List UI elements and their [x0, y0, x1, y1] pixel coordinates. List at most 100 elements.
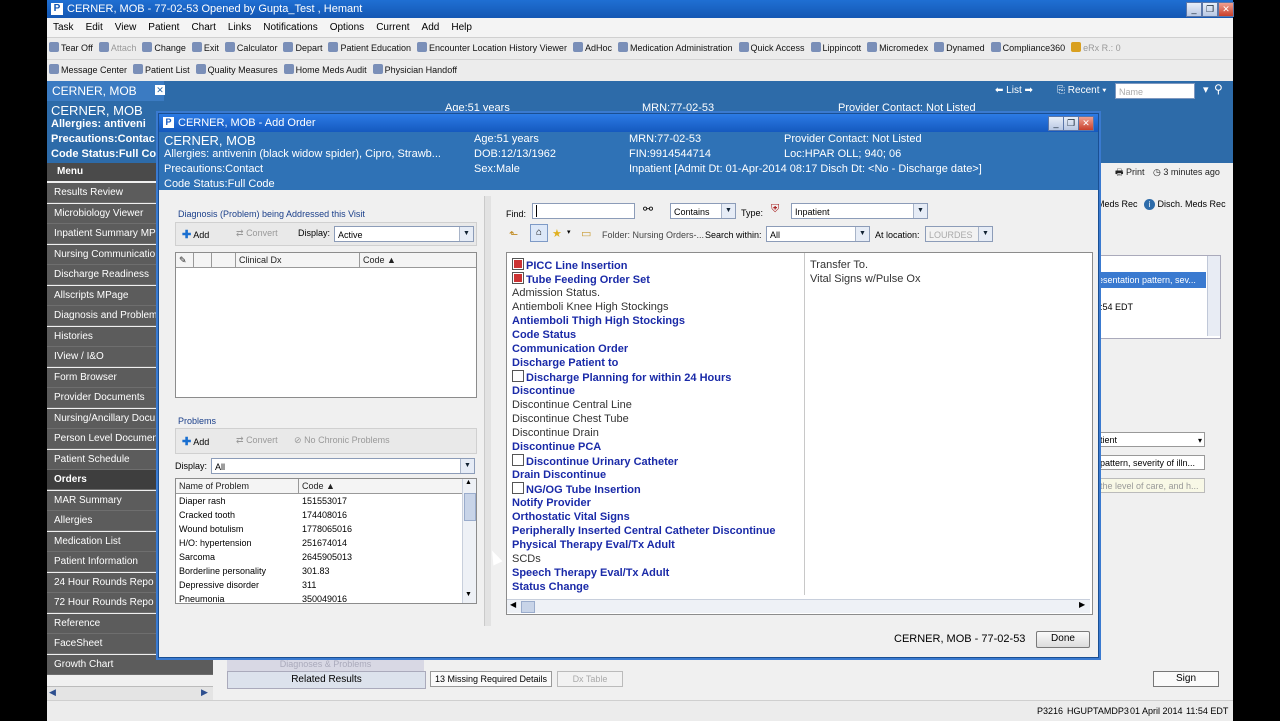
- dialog-close-button[interactable]: ✕: [1078, 116, 1094, 131]
- dx-table-button[interactable]: Dx Table: [557, 671, 623, 687]
- erx-button[interactable]: eRx R.: 0: [1069, 38, 1125, 59]
- exit-button[interactable]: Exit: [190, 38, 223, 59]
- background-patient-select[interactable]: tient ▾: [1097, 432, 1205, 447]
- quick-access-button[interactable]: Quick Access: [737, 38, 809, 59]
- search-dropdown-icon[interactable]: ▾: [1203, 83, 1209, 96]
- maximize-button[interactable]: ❐: [1202, 2, 1218, 17]
- calculator-button[interactable]: Calculator: [223, 38, 282, 59]
- dynamed-button[interactable]: Dynamed: [932, 38, 989, 59]
- medication-administration-button[interactable]: Medication Administration: [616, 38, 737, 59]
- home-meds-audit-button[interactable]: Home Meds Audit: [282, 60, 371, 81]
- minimize-button[interactable]: _: [1186, 2, 1202, 17]
- col-problem-name[interactable]: Name of Problem: [176, 479, 299, 493]
- order-type-select[interactable]: Inpatient ▼: [791, 203, 928, 219]
- meds-rec-button[interactable]: Meds Rec: [1097, 199, 1138, 209]
- missing-details-button[interactable]: 13 Missing Required Details: [430, 671, 552, 687]
- problem-row[interactable]: Diaper rash 151553017: [176, 494, 461, 508]
- location-select[interactable]: LOURDES ▼: [925, 226, 993, 242]
- problem-row[interactable]: Cracked tooth 174408016: [176, 508, 461, 522]
- order-item[interactable]: Status Change: [512, 580, 589, 594]
- menu-options[interactable]: Options: [324, 18, 370, 37]
- col-code[interactable]: Code ▲: [360, 253, 476, 267]
- order-item[interactable]: Peripherally Inserted Central Catheter D…: [512, 524, 775, 538]
- order-item[interactable]: Communication Order: [512, 342, 628, 356]
- folder-up-icon[interactable]: ⬑: [509, 228, 518, 241]
- diagnosis-scrollbar[interactable]: [1207, 256, 1220, 336]
- menu-view[interactable]: View: [109, 18, 143, 37]
- search-within-select[interactable]: All ▼: [766, 226, 870, 242]
- order-item[interactable]: Antiemboli Thigh High Stockings: [512, 314, 685, 328]
- related-results-tab[interactable]: Related Results: [227, 671, 426, 689]
- menu-links[interactable]: Links: [222, 18, 257, 37]
- order-item[interactable]: Notify Provider: [512, 496, 591, 510]
- diagnosis-convert-button[interactable]: ⇄ Convert: [236, 228, 278, 239]
- order-item[interactable]: Vital Signs w/Pulse Ox: [810, 272, 920, 286]
- patient-tab[interactable]: CERNER, MOB ✕: [47, 81, 165, 101]
- menu-patient[interactable]: Patient: [142, 18, 185, 37]
- patient-education-button[interactable]: Patient Education: [326, 38, 415, 59]
- scroll-right-icon[interactable]: ▶: [1079, 600, 1085, 609]
- problem-row[interactable]: Wound botulism 1778065016: [176, 522, 461, 536]
- menu-current[interactable]: Current: [370, 18, 415, 37]
- message-center-button[interactable]: Message Center: [47, 60, 131, 81]
- problem-row[interactable]: Sarcoma 2645905013: [176, 550, 461, 564]
- order-item[interactable]: Speech Therapy Eval/Tx Adult: [512, 566, 669, 580]
- menu-scrollbar[interactable]: ◀ ▶: [47, 686, 213, 701]
- order-item[interactable]: SCDs: [512, 552, 541, 566]
- lippincott-button[interactable]: Lippincott: [809, 38, 866, 59]
- problem-row[interactable]: H/O: hypertension 251674014: [176, 536, 461, 550]
- order-item[interactable]: Tube Feeding Order Set: [512, 272, 650, 287]
- order-item[interactable]: Discharge Planning for within 24 Hours: [512, 370, 731, 385]
- problems-add-button[interactable]: ✚ Add: [182, 435, 209, 448]
- col-problem-code[interactable]: Code ▲: [299, 479, 462, 493]
- order-item[interactable]: Discontinue Chest Tube: [512, 412, 629, 426]
- dialog-minimize-button[interactable]: _: [1048, 116, 1064, 131]
- diagnosis-display-select[interactable]: Active ▼: [334, 226, 474, 242]
- recent-dropdown[interactable]: ⎘ Recent ▾: [1057, 84, 1106, 98]
- folder-icon[interactable]: ▭: [581, 227, 591, 240]
- order-item[interactable]: Admission Status.: [512, 286, 600, 300]
- scroll-left-icon[interactable]: ◀: [49, 687, 56, 698]
- problem-row[interactable]: Depressive disorder 311: [176, 578, 461, 592]
- quality-measures-button[interactable]: Quality Measures: [194, 60, 282, 81]
- sign-button[interactable]: Sign: [1153, 671, 1219, 687]
- order-item[interactable]: Code Status: [512, 328, 576, 342]
- tear-off-button[interactable]: Tear Off: [47, 38, 97, 59]
- search-icon[interactable]: ⚲: [1214, 82, 1223, 96]
- problems-scrollbar[interactable]: ▲ ▼: [462, 479, 476, 603]
- attach-button[interactable]: Attach: [97, 38, 141, 59]
- menu-help[interactable]: Help: [445, 18, 478, 37]
- menu-add[interactable]: Add: [416, 18, 446, 37]
- find-input[interactable]: [532, 203, 635, 219]
- background-level-field[interactable]: the level of care, and h...: [1097, 478, 1205, 493]
- order-item[interactable]: Physical Therapy Eval/Tx Adult: [512, 538, 675, 552]
- order-item[interactable]: PICC Line Insertion: [512, 258, 627, 273]
- micromedex-button[interactable]: Micromedex: [865, 38, 932, 59]
- order-item[interactable]: Discontinue: [512, 384, 575, 398]
- col-clinical-dx[interactable]: Clinical Dx: [236, 253, 360, 267]
- patient-search-input[interactable]: Name: [1115, 83, 1195, 99]
- order-item[interactable]: Discontinue Urinary Catheter: [512, 454, 678, 469]
- done-button[interactable]: Done: [1036, 631, 1090, 648]
- scroll-right-icon[interactable]: ▶: [201, 687, 208, 698]
- order-item[interactable]: NG/OG Tube Insertion: [512, 482, 641, 497]
- no-chronic-problems-button[interactable]: ⊘ No Chronic Problems: [294, 435, 390, 446]
- binoculars-icon[interactable]: ⚯: [643, 202, 653, 216]
- problems-display-select[interactable]: All ▼: [211, 458, 475, 474]
- menu-edit[interactable]: Edit: [80, 18, 109, 37]
- dialog-maximize-button[interactable]: ❐: [1063, 116, 1079, 131]
- encounter-location-history-button[interactable]: Encounter Location History Viewer: [415, 38, 571, 59]
- scroll-down-icon[interactable]: ▼: [465, 591, 472, 598]
- change-button[interactable]: Change: [140, 38, 190, 59]
- order-item[interactable]: Antiemboli Knee High Stockings: [512, 300, 669, 314]
- print-button[interactable]: 🖶 Print: [1115, 167, 1145, 177]
- home-icon[interactable]: ⌂: [530, 224, 548, 242]
- order-item[interactable]: Discontinue Drain: [512, 426, 599, 440]
- selected-diagnosis-row[interactable]: esentation pattern, sev...: [1098, 272, 1206, 288]
- close-tab-icon[interactable]: ✕: [155, 85, 165, 95]
- diagnosis-add-button[interactable]: ✚ Add: [182, 228, 209, 241]
- scroll-thumb[interactable]: [464, 493, 476, 521]
- diagnoses-problems-tab[interactable]: Diagnoses & Problems: [227, 657, 424, 671]
- depart-button[interactable]: Depart: [281, 38, 326, 59]
- panel-splitter[interactable]: [484, 196, 491, 626]
